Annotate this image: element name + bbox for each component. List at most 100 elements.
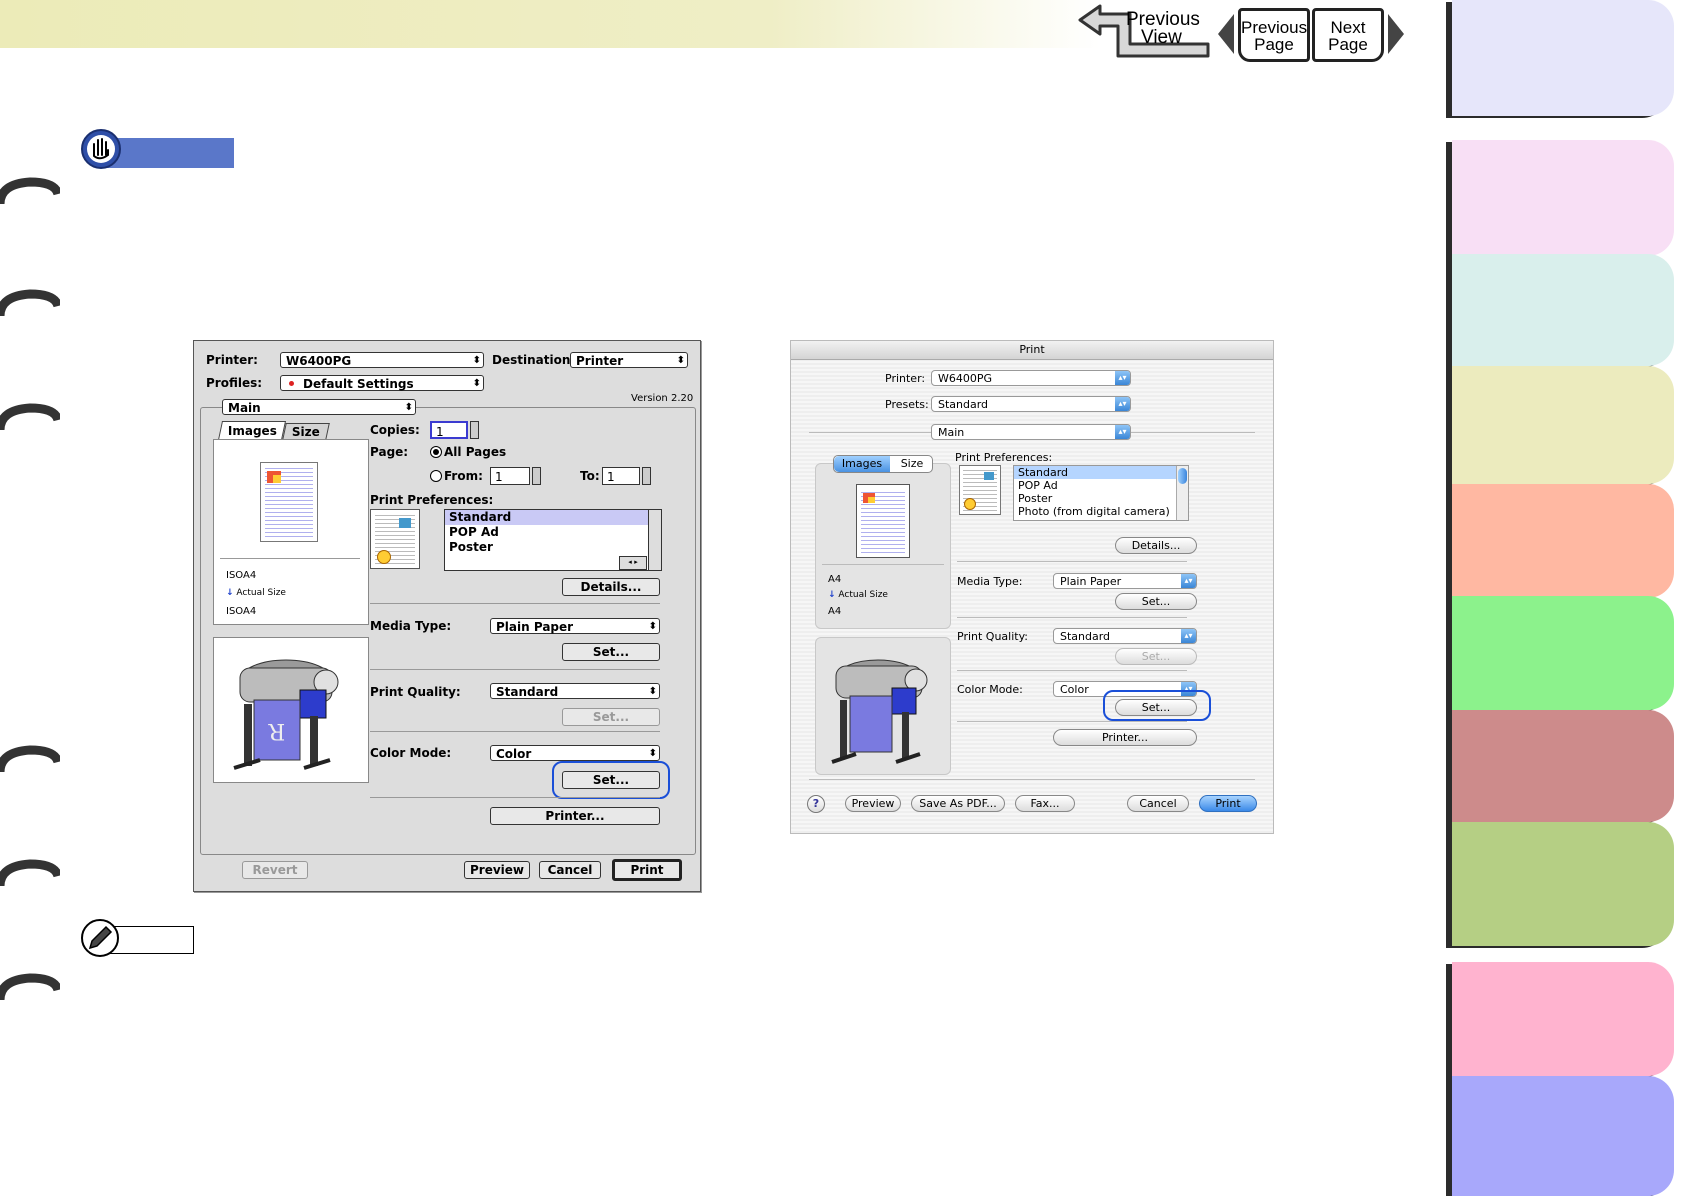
separator [957,617,1187,618]
previous-page-arrow-icon[interactable] [1218,14,1234,54]
save-as-pdf-button[interactable]: Save As PDF... [911,795,1005,812]
side-tab-5[interactable] [1452,484,1674,598]
presets-popup[interactable]: Standard ▴▾ [931,396,1131,412]
side-tab-9[interactable] [1452,962,1674,1076]
side-tab-3[interactable] [1452,254,1674,366]
popup-arrows-icon: ⬍ [648,686,657,697]
cancel-button[interactable]: Cancel [1127,795,1189,812]
cancel-button[interactable]: Cancel [539,861,601,879]
fax-button[interactable]: Fax... [1015,795,1075,812]
print-quality-label: Print Quality: [957,630,1029,643]
tab-images[interactable]: Images [834,456,890,472]
scale-row: ↓ Actual Size [828,590,888,600]
from-field[interactable]: 1 [490,467,530,485]
list-item[interactable]: Standard [1014,466,1188,479]
media-type-popup[interactable]: Plain Paper ⬍ [490,618,660,634]
quality-set-button[interactable]: Set... [1115,648,1197,665]
all-pages-radio[interactable] [430,446,442,458]
printer-popup[interactable]: W6400PG ▴▾ [931,370,1131,386]
tab-images[interactable]: Images [217,421,287,440]
previous-page-button[interactable]: Previous Page [1238,8,1310,62]
next-page-button[interactable]: Next Page [1312,8,1384,62]
panel-popup[interactable]: Main ▴▾ [931,424,1131,440]
details-button[interactable]: Details... [562,578,660,596]
panel-popup[interactable]: Main ⬍ [222,399,416,415]
scale-text: Actual Size [236,588,286,598]
list-item[interactable]: POP Ad [445,525,661,540]
list-item[interactable]: Poster [1014,492,1188,505]
list-scrollbar[interactable] [648,510,661,570]
list-scrollbar[interactable] [1176,466,1188,520]
profiles-popup[interactable]: Default Settings ⬍ [280,375,484,391]
separator [957,561,1187,562]
color-mode-popup[interactable]: Color ⬍ [490,745,660,761]
horizontal-scroll-icon[interactable]: ◂ ▸ [619,556,647,570]
side-tab-2[interactable] [1452,140,1674,256]
tab-images-label: Images [227,424,277,438]
tab-size[interactable]: Size [892,456,932,472]
list-item[interactable]: Poster [445,540,661,555]
side-tab-4[interactable] [1452,366,1674,484]
version-text: Version 2.20 [631,393,694,404]
classic-print-dialog: Printer: W6400PG ⬍ Destination: Printer ⬍ … [193,340,701,892]
separator [957,721,1187,722]
highlight-frame [1103,690,1211,721]
media-type-popup[interactable]: Plain Paper ▴▾ [1053,573,1197,589]
color-mode-value: Color [496,747,532,761]
list-item[interactable]: Standard [445,510,661,525]
printer-button[interactable]: Printer... [1053,729,1197,746]
copies-stepper[interactable] [470,421,479,439]
side-tab-7[interactable] [1452,710,1674,822]
panel-value: Main [938,426,965,439]
binder-ring-icon [0,859,60,887]
print-button[interactable]: Print [612,859,682,881]
from-radio[interactable] [430,470,442,482]
revert-button[interactable]: Revert [242,861,308,879]
popup-arrows-icon: ⬍ [648,748,657,759]
side-tab-1[interactable] [1452,0,1674,116]
to-field[interactable]: 1 [602,467,640,485]
printer-popup[interactable]: W6400PG ⬍ [280,352,484,368]
tab-size[interactable]: Size [282,423,330,440]
details-button[interactable]: Details... [1115,537,1197,554]
separator [370,797,660,798]
list-item[interactable]: Photo (from digital camera) [1014,505,1188,518]
media-set-button[interactable]: Set... [562,643,660,661]
printer-button[interactable]: Printer... [490,807,660,825]
printer-image-panel [815,637,951,775]
print-button[interactable]: Print [1199,795,1257,812]
quality-set-button[interactable]: Set... [562,708,660,726]
print-quality-popup[interactable]: Standard ▴▾ [1053,628,1197,644]
panel-value: Main [228,401,261,415]
previous-view-button[interactable]: Previous View [1076,2,1210,62]
destination-label: Destination: [492,353,576,367]
side-tab-10[interactable] [1452,1076,1674,1196]
preview-button[interactable]: Preview [464,861,530,879]
print-preferences-list[interactable]: Standard POP Ad Poster ◂ ▸ [444,509,662,571]
media-set-button[interactable]: Set... [1115,593,1197,610]
tab-strip: Images Size [833,455,933,473]
copies-field[interactable]: 1 [430,421,468,439]
popup-arrows-icon: ▴▾ [1115,425,1130,439]
printer-label: Printer: [885,372,926,385]
separator [370,731,660,732]
separator [370,669,660,670]
media-type-label: Media Type: [957,575,1023,588]
list-item[interactable]: POP Ad [1014,479,1188,492]
from-stepper[interactable] [532,467,541,485]
print-quality-popup[interactable]: Standard ⬍ [490,683,660,699]
help-button[interactable]: ? [807,795,825,813]
page-preview [856,484,910,558]
preview-button[interactable]: Preview [845,795,901,812]
panel-divider [822,564,944,565]
to-stepper[interactable] [642,467,651,485]
all-pages-label: All Pages [444,445,507,459]
print-preferences-list[interactable]: Standard POP Ad Poster Photo (from digit… [1013,465,1189,521]
layout-preview-panel: ISOA4 ↓ Actual Size ISOA4 [213,439,369,625]
next-page-arrow-icon[interactable] [1388,14,1404,54]
side-tab-6[interactable] [1452,596,1674,710]
media-type-value: Plain Paper [496,620,574,634]
header-band [0,0,1100,48]
side-tab-8[interactable] [1452,822,1674,946]
destination-popup[interactable]: Printer ⬍ [570,352,688,368]
